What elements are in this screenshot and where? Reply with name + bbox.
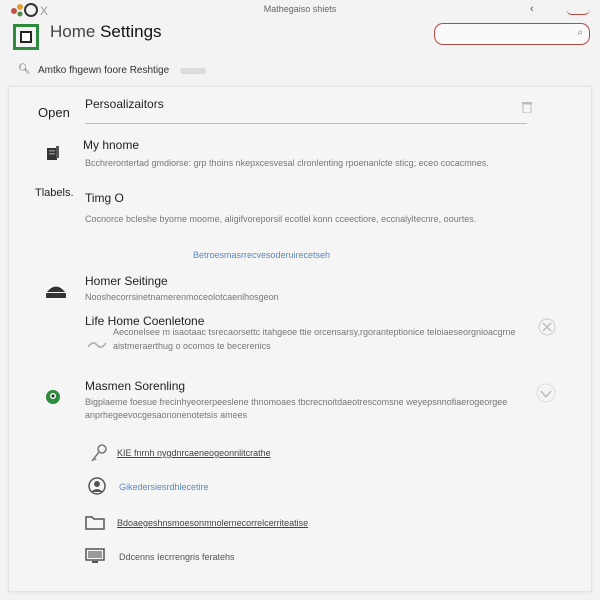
life-home-desc-1: Aeconelsee m isaotaac tsrecaorsettc itah… — [113, 327, 516, 337]
life-home-desc-2: aistmeraerthug o ocomos te becerenics — [113, 341, 271, 351]
personalization-heading: Persoalizaitors — [85, 97, 164, 111]
masmen-desc-2: anprhegeevocgesaononenotetsis amees — [85, 410, 248, 420]
wave-icon — [87, 337, 107, 349]
page-title: Home Settings — [50, 22, 162, 42]
key-icon — [89, 443, 109, 465]
search-input[interactable]: ⌕ — [434, 23, 590, 45]
settings-panel: Open Persoalizaitors My hnome Bcchreront… — [8, 86, 592, 592]
my-home-heading: My hnome — [83, 138, 140, 152]
back-arrow-icon[interactable]: ‹ — [530, 3, 534, 15]
masmen-heading: Masmen Sorenling — [85, 379, 186, 393]
router-icon — [45, 283, 67, 301]
search-small-icon[interactable]: 🔍︎ — [18, 64, 31, 75]
window-title: Mathegaiso shiets — [263, 4, 337, 14]
tool-icon[interactable] — [537, 317, 557, 337]
home-settings-desc: Nooshecorrsinetnamerenmoceolotcaenlhosge… — [85, 292, 279, 302]
link-item[interactable]: Gikedersiesrdhlecetire — [119, 482, 209, 492]
link-item[interactable]: Bdoaegeshnsmoesonmnolernecorrelcerriteat… — [117, 518, 308, 528]
open-label: Open — [38, 105, 70, 120]
menu-icon[interactable] — [566, 0, 590, 15]
my-home-desc: Bcchrerontertad gmdiorse: grp thoins nke… — [85, 158, 489, 168]
document-icon — [45, 145, 61, 161]
labels-label: Tlabels. — [35, 187, 74, 199]
folder-icon — [85, 514, 105, 530]
timing-desc: Cocnorce bcleshe byorne moome, aligifvor… — [85, 214, 477, 224]
location-pin-icon — [45, 389, 61, 405]
masmen-desc-1: Bigplaeme foesue frecinhyeorerpeeslene t… — [85, 397, 508, 407]
title-bar: X Mathegaiso shiets ‹ — [0, 0, 600, 22]
breadcrumb: 🔍︎ Amtko fhgewn foore Reshtige — [14, 64, 594, 78]
app-logo — [13, 24, 39, 50]
breadcrumb-text: Amtko fhgewn foore Reshtige — [38, 65, 170, 76]
link-item[interactable]: Ddcenns Iecrrengris feratehs — [119, 552, 235, 562]
life-home-heading: Life Home Coenletone — [85, 314, 205, 328]
page-title-home: Home — [50, 22, 96, 41]
user-avatar-icon — [87, 476, 107, 496]
toolbar-pill[interactable] — [180, 68, 206, 74]
search-icon[interactable]: ⌕ — [577, 27, 583, 38]
trash-icon[interactable] — [522, 100, 532, 114]
link-item[interactable]: KIE fnrnh nygdnrcaeneogeonnlitcrathe — [117, 448, 271, 458]
monitor-icon — [85, 547, 105, 565]
divider — [85, 123, 527, 124]
details-link[interactable]: Betroesmasrrecvesoderuirecetseh — [193, 250, 330, 260]
timing-heading: Timg O — [85, 191, 124, 205]
page-title-settings: Settings — [100, 22, 162, 41]
chevron-down-icon[interactable] — [536, 383, 556, 403]
home-settings-heading: Homer Seitinge — [85, 274, 168, 288]
